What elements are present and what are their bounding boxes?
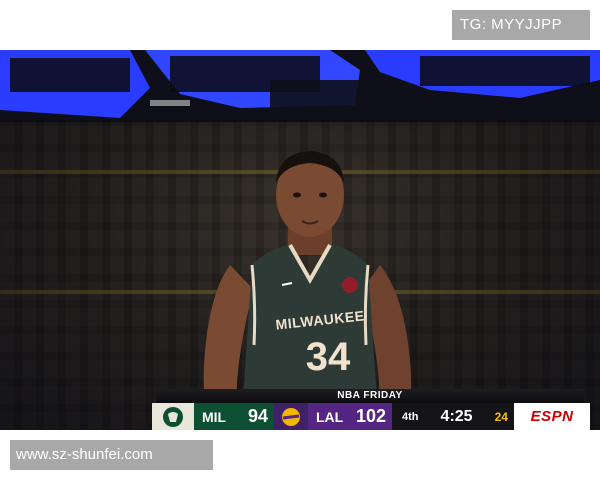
watermark-bottom: www.sz-shunfei.com <box>10 440 213 470</box>
home-team: MIL 94 <box>194 403 274 430</box>
shot-clock: 24 <box>494 409 508 424</box>
scoreboard: MIL 94 LAL 102 4th 4:25 24 ESPN <box>152 403 590 430</box>
home-team-abbr: MIL <box>202 408 227 425</box>
jersey-number: 34 <box>305 335 351 379</box>
away-team-abbr: LAL <box>316 408 344 425</box>
bucks-logo-icon <box>152 403 194 430</box>
home-team-score: 94 <box>247 406 268 426</box>
player-figure <box>203 151 412 430</box>
scoreboard-banner: NBA FRIDAY <box>156 389 584 403</box>
espn-logo: ESPN <box>514 403 590 430</box>
away-team: LAL 102 <box>308 403 392 430</box>
game-clock: 4th 4:25 24 <box>392 403 514 430</box>
lakers-logo-icon <box>274 403 308 430</box>
away-team-score: 102 <box>355 406 386 426</box>
game-period: 4th <box>402 410 419 423</box>
video-frame[interactable]: MILWAUKEE 34 <box>0 50 600 430</box>
game-time: 4:25 <box>440 407 473 425</box>
watermark-top: TG: MYYJJPP <box>452 10 590 40</box>
